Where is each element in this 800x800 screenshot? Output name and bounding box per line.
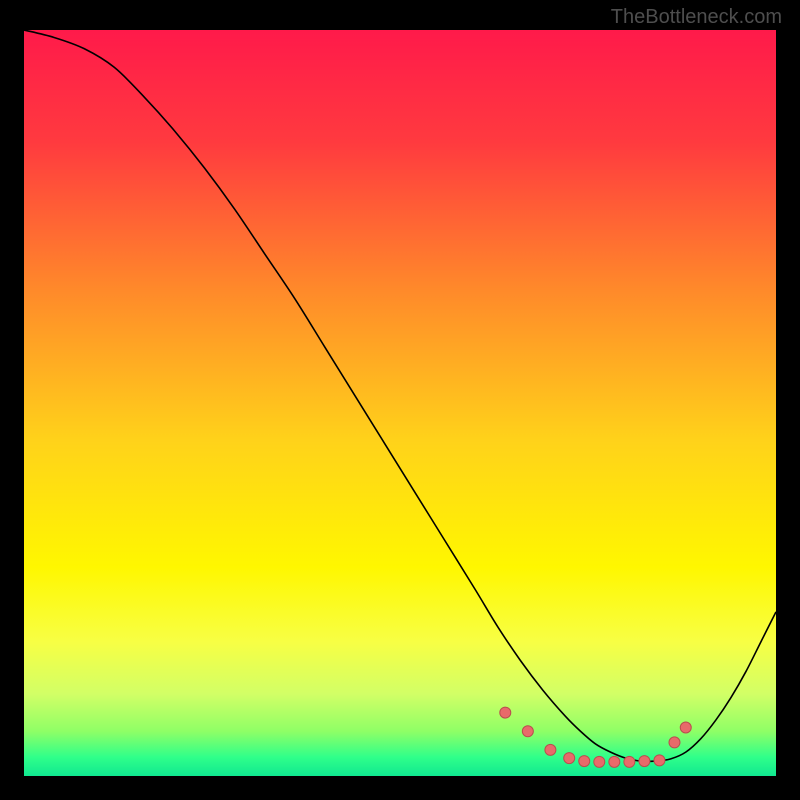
data-marker	[500, 707, 511, 718]
attribution-text: TheBottleneck.com	[611, 6, 782, 29]
data-marker	[680, 722, 691, 733]
data-marker	[594, 756, 605, 767]
data-marker	[579, 756, 590, 767]
data-marker	[624, 756, 635, 767]
data-marker	[545, 744, 556, 755]
data-marker	[522, 726, 533, 737]
gradient-background	[24, 30, 776, 776]
data-marker	[609, 756, 620, 767]
chart-container: TheBottleneck.com	[0, 0, 800, 800]
plot-area	[24, 30, 776, 776]
data-marker	[639, 756, 650, 767]
data-marker	[669, 737, 680, 748]
chart-svg	[24, 30, 776, 776]
data-marker	[564, 753, 575, 764]
data-marker	[654, 755, 665, 766]
